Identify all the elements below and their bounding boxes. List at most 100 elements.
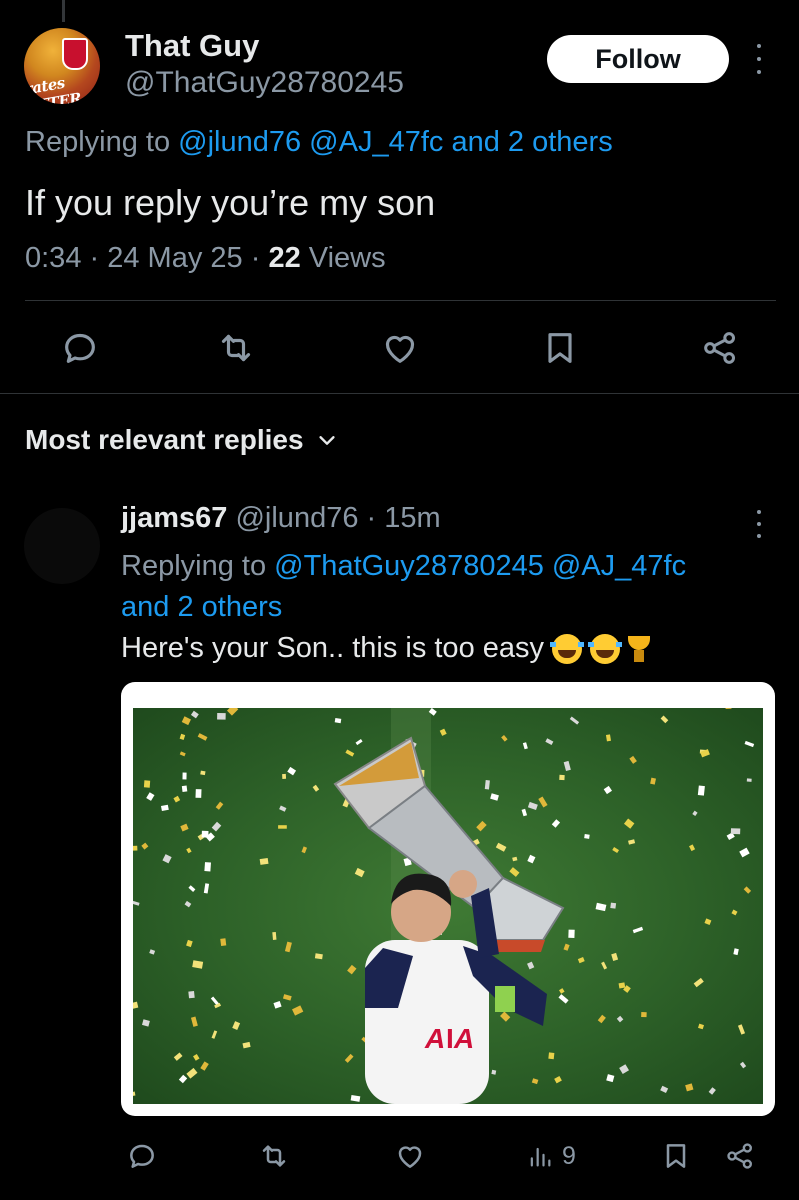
display-name[interactable]: That Guy: [125, 28, 259, 64]
confetti-piece: [629, 755, 637, 764]
reply-media[interactable]: A I A: [121, 682, 775, 1116]
confetti-piece: [559, 774, 565, 781]
avatar[interactable]: rates FTTER: [24, 28, 100, 104]
reply-views-button[interactable]: 9: [526, 1140, 576, 1172]
confetti-piece: [287, 766, 297, 776]
reply-replying-more-link[interactable]: and 2 others: [121, 591, 282, 623]
confetti-piece: [697, 785, 705, 796]
reply-replying-prefix: Replying to: [121, 550, 267, 582]
confetti-piece: [584, 834, 590, 839]
share-button[interactable]: [696, 326, 744, 370]
reply-button[interactable]: [56, 326, 104, 370]
confetti-piece: [554, 1076, 562, 1084]
follow-button[interactable]: Follow: [547, 35, 729, 83]
confetti-piece: [301, 846, 307, 854]
confetti-piece: [563, 760, 571, 771]
retweet-icon: [262, 1145, 286, 1167]
confetti-piece: [725, 708, 732, 710]
svg-text:I: I: [446, 1023, 454, 1054]
heart-icon: [385, 335, 415, 363]
confetti-piece: [149, 949, 156, 955]
confetti-piece: [500, 1011, 511, 1022]
confetti-piece: [143, 780, 151, 788]
confetti-piece: [512, 856, 518, 862]
reply-more-options-icon[interactable]: [751, 510, 767, 538]
tweet-date[interactable]: 24 May 25: [107, 242, 242, 274]
confetti-piece: [522, 742, 528, 750]
confetti-piece: [292, 1005, 304, 1016]
replying-users-link[interactable]: @jlund76 @AJ_47fc and 2 others: [178, 126, 613, 158]
confetti-piece: [211, 1030, 218, 1039]
more-options-icon[interactable]: [751, 44, 767, 74]
confetti-piece: [521, 808, 528, 817]
confetti-piece: [211, 821, 222, 832]
confetti-piece: [355, 739, 363, 746]
chevron-down-icon: [318, 436, 335, 445]
confetti-piece: [181, 785, 188, 792]
retweet-button[interactable]: [212, 326, 260, 370]
confetti-piece: [186, 847, 192, 854]
divider: [0, 393, 799, 394]
confetti-piece: [350, 1095, 361, 1102]
bookmark-button[interactable]: [536, 326, 584, 370]
confetti-piece: [201, 830, 209, 838]
confetti-piece: [217, 713, 226, 720]
confetti-piece: [334, 717, 342, 724]
confetti-piece: [279, 805, 287, 812]
confetti-piece: [660, 715, 669, 724]
confetti-piece: [284, 941, 292, 953]
confetti-piece: [731, 909, 738, 916]
confetti-piece: [704, 918, 712, 926]
confetti-piece: [603, 785, 612, 795]
confetti-piece: [195, 789, 202, 798]
reply-bookmark-button[interactable]: [660, 1140, 692, 1172]
confetti-piece: [612, 846, 620, 854]
confetti-piece: [641, 1012, 647, 1018]
confetti-piece: [188, 991, 195, 999]
confetti-piece: [312, 784, 320, 792]
divider: [25, 300, 776, 301]
reply-separator: ·: [366, 502, 377, 534]
meta-separator: ·: [250, 242, 269, 274]
reply-retweet-button[interactable]: [258, 1140, 290, 1172]
reply-avatar[interactable]: [24, 508, 100, 584]
reply-replying-to: Replying to @ThatGuy28780245 @AJ_47fc an…: [121, 546, 761, 628]
user-handle[interactable]: @ThatGuy28780245: [125, 66, 404, 100]
confetti-piece: [746, 778, 752, 782]
confetti-piece: [605, 734, 612, 742]
confetti-piece: [141, 842, 149, 850]
confetti-piece: [184, 900, 192, 908]
like-button[interactable]: [376, 326, 424, 370]
thread-connector-line: [62, 0, 65, 22]
confetti-piece: [190, 1016, 198, 1027]
confetti-piece: [730, 828, 741, 835]
confetti-piece: [548, 1052, 555, 1060]
confetti-piece: [558, 994, 569, 1004]
confetti-piece: [354, 867, 365, 878]
confetti-piece: [272, 932, 277, 940]
tweet-time[interactable]: 0:34: [25, 242, 81, 274]
confetti-piece: [200, 770, 206, 776]
confetti-piece: [133, 1001, 139, 1010]
reply-reply-button[interactable]: [126, 1140, 158, 1172]
reply-time[interactable]: 15m: [384, 502, 440, 534]
reply-display-name[interactable]: jjams67: [121, 502, 227, 534]
confetti-piece: [188, 885, 196, 892]
confetti-piece: [610, 902, 617, 909]
confetti-piece: [439, 728, 447, 736]
reply-handle[interactable]: @jlund76: [235, 502, 358, 534]
reply-replying-users-link[interactable]: @ThatGuy28780245 @AJ_47fc: [274, 550, 686, 582]
views-count: 22: [268, 242, 301, 274]
confetti-piece: [685, 1083, 694, 1092]
confetti-piece: [146, 792, 155, 801]
confetti-piece: [739, 1061, 747, 1069]
reply-share-button[interactable]: [724, 1140, 756, 1172]
reply-like-button[interactable]: [394, 1140, 426, 1172]
confetti-piece: [314, 953, 323, 960]
replies-sort-dropdown[interactable]: Most relevant replies: [25, 424, 338, 456]
crest-logo: [62, 38, 88, 70]
confetti-piece: [242, 1041, 251, 1049]
confetti-piece: [282, 773, 287, 779]
avatar-text: rates FTTER: [24, 73, 83, 104]
confetti-piece: [193, 1054, 200, 1061]
